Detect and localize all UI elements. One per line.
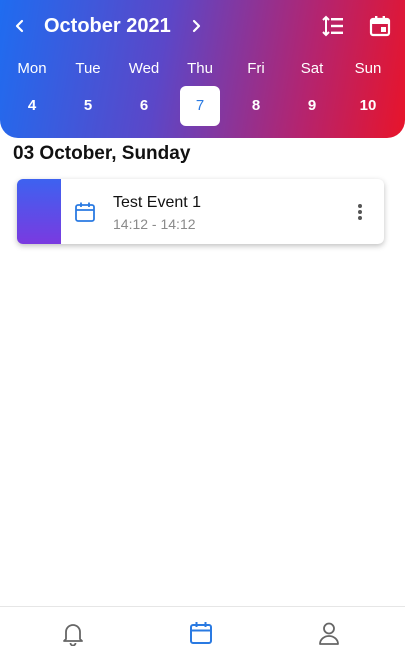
weekday-label: Tue bbox=[75, 60, 101, 77]
calendar-icon bbox=[190, 622, 212, 644]
weekday-label: Wed bbox=[128, 60, 160, 77]
chevron-left-icon bbox=[15, 19, 24, 33]
event-title: Test Event 1 bbox=[113, 194, 202, 211]
event-color-stripe bbox=[17, 179, 61, 244]
weekday-label: Thu bbox=[187, 60, 213, 77]
date-cell[interactable]: 4 bbox=[12, 86, 52, 126]
date-cell-selected[interactable]: 7 bbox=[180, 86, 220, 126]
calendar-icon bbox=[369, 16, 391, 37]
calendar-header: October 2021 Mon Tue Wed Thu Fri Sat Sun… bbox=[0, 0, 405, 138]
prev-month-button[interactable] bbox=[8, 14, 32, 38]
event-time: 14:12 - 14:12 bbox=[113, 216, 196, 232]
bell-icon bbox=[63, 624, 83, 646]
weekday-label: Sat bbox=[300, 60, 324, 77]
event-more-button[interactable] bbox=[350, 199, 370, 225]
chevron-right-icon bbox=[192, 19, 201, 33]
weekday-label: Sun bbox=[354, 60, 382, 77]
date-cell[interactable]: 6 bbox=[124, 86, 164, 126]
date-cell[interactable]: 9 bbox=[292, 86, 332, 126]
header-toolbar: October 2021 bbox=[0, 0, 405, 52]
nav-calendar[interactable] bbox=[187, 619, 215, 647]
person-icon bbox=[319, 622, 339, 645]
event-card[interactable]: Test Event 1 14:12 - 14:12 bbox=[17, 179, 384, 244]
calendar-icon bbox=[75, 202, 95, 222]
more-vertical-icon bbox=[358, 204, 362, 220]
next-month-button[interactable] bbox=[184, 14, 208, 38]
weekday-row: Mon Tue Wed Thu Fri Sat Sun bbox=[0, 58, 405, 80]
list-view-button[interactable] bbox=[320, 13, 346, 39]
month-title[interactable]: October 2021 bbox=[44, 13, 171, 39]
date-row: 4 5 6 7 8 9 10 bbox=[0, 86, 405, 126]
sort-lines-icon bbox=[322, 15, 343, 37]
date-cell[interactable]: 8 bbox=[236, 86, 276, 126]
date-cell[interactable]: 10 bbox=[348, 86, 388, 126]
weekday-label: Mon bbox=[17, 60, 47, 77]
date-cell[interactable]: 5 bbox=[68, 86, 108, 126]
calendar-view-button[interactable] bbox=[367, 13, 393, 39]
nav-profile[interactable] bbox=[315, 619, 343, 647]
selected-date-title: 03 October, Sunday bbox=[13, 143, 191, 164]
nav-notifications[interactable] bbox=[59, 619, 87, 647]
bottom-navigation bbox=[0, 606, 405, 656]
weekday-label: Fri bbox=[247, 60, 265, 77]
